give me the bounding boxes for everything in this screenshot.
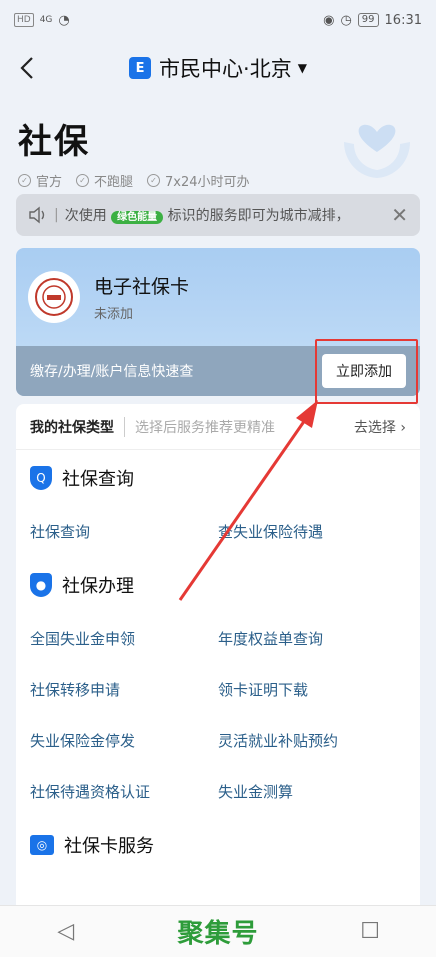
- section-title: 社保卡服务: [64, 836, 154, 857]
- social-security-card[interactable]: 电子社保卡 未添加 缴存/办理/账户信息快速查 立即添加: [16, 248, 420, 396]
- speaker-icon: [29, 206, 45, 224]
- recents-square-icon[interactable]: ☐: [350, 919, 390, 944]
- check-icon: ✓: [147, 174, 161, 187]
- service-item[interactable]: 失业金测算: [218, 766, 406, 817]
- eye-icon: ◉: [323, 12, 335, 28]
- service-item[interactable]: 社保待遇资格认证: [30, 766, 218, 817]
- notice-text: 次使用 绿色能量 标识的服务即可为城市减排，: [64, 208, 350, 224]
- clock: 16:31: [384, 12, 422, 28]
- check-icon: ✓: [76, 174, 90, 187]
- back-arrow-icon[interactable]: [14, 54, 42, 82]
- navbar: E 市民中心·北京 ▼: [0, 40, 436, 96]
- card-title: 电子社保卡: [94, 276, 190, 298]
- service-item[interactable]: 社保查询: [30, 506, 218, 557]
- section-title: 社保办理: [62, 576, 134, 597]
- card-service-icon: ◎: [30, 835, 54, 855]
- hd-badge: HD: [14, 13, 34, 27]
- hands-heart-icon: [344, 124, 410, 178]
- card-description: 缴存/办理/账户信息快速查: [30, 364, 194, 380]
- ss-card-seal-icon: [30, 273, 78, 321]
- check-icon: ✓: [18, 174, 31, 187]
- watermark-logo: 聚集号: [177, 919, 259, 949]
- service-item[interactable]: 灵活就业补贴预约: [218, 715, 406, 766]
- handle-grid: 全国失业金申领 年度权益单查询 社保转移申请 领卡证明下载 失业保险金停发 灵活…: [16, 613, 420, 817]
- citizen-center-logo-icon: E: [129, 57, 152, 79]
- service-item[interactable]: 全国失业金申领: [30, 613, 218, 664]
- tag-no-visit: ✓ 不跑腿: [76, 171, 133, 190]
- person-shield-icon: ●: [30, 573, 52, 597]
- chevron-right-icon: ›: [400, 419, 406, 436]
- section-card-service: ◎ 社保卡服务: [16, 817, 420, 873]
- service-item[interactable]: 查失业保险待遇: [218, 506, 406, 557]
- service-item[interactable]: 领卡证明下载: [218, 664, 406, 715]
- service-item[interactable]: 年度权益单查询: [218, 613, 406, 664]
- insurance-type-hint: 选择后服务推荐更精准: [124, 416, 354, 437]
- alarm-icon: ◷: [340, 12, 352, 28]
- service-item[interactable]: 社保转移申请: [30, 664, 218, 715]
- notice-banner: | 次使用 绿色能量 标识的服务即可为城市减排， ✕: [16, 194, 420, 236]
- query-grid: 社保查询 查失业保险待遇: [16, 506, 420, 557]
- service-item[interactable]: 失业保险金停发: [30, 715, 218, 766]
- caret-down-icon: ▼: [297, 61, 307, 75]
- wifi-icon: ◔: [58, 12, 70, 28]
- back-triangle-icon[interactable]: ◁: [46, 919, 86, 944]
- page-header: 社保 ✓ 官方 ✓ 不跑腿 ✓ 7x24小时可办: [0, 96, 436, 194]
- choose-link[interactable]: 去选择 ›: [354, 417, 406, 437]
- city-selector[interactable]: E 市民中心·北京 ▼: [129, 53, 307, 83]
- section-title: 社保查询: [62, 469, 134, 490]
- search-shield-icon: Q: [30, 466, 52, 490]
- battery-icon: 99: [357, 13, 379, 27]
- signal-icon: 4G: [39, 15, 53, 25]
- status-bar: HD 4G ◔ ◉ ◷ 99 16:31: [0, 0, 436, 40]
- insurance-type-label: 我的社保类型: [30, 419, 114, 436]
- close-icon[interactable]: ✕: [383, 203, 408, 227]
- insurance-type-row[interactable]: 我的社保类型 选择后服务推荐更精准 去选择 ›: [16, 404, 420, 450]
- nav-title-text: 市民中心·北京: [159, 57, 292, 81]
- section-handle: ● 社保办理: [16, 557, 420, 613]
- services-panel: 我的社保类型 选择后服务推荐更精准 去选择 › Q 社保查询 社保查询 查失业保…: [16, 404, 420, 924]
- tag-official: ✓ 官方: [18, 171, 62, 190]
- tag-24h: ✓ 7x24小时可办: [147, 171, 250, 190]
- section-query: Q 社保查询: [16, 450, 420, 506]
- green-energy-badge: 绿色能量: [111, 211, 164, 224]
- card-status: 未添加: [94, 307, 134, 322]
- system-nav-bar: ◁ 聚集号 ☐: [0, 905, 436, 957]
- add-now-button[interactable]: 立即添加: [322, 354, 406, 388]
